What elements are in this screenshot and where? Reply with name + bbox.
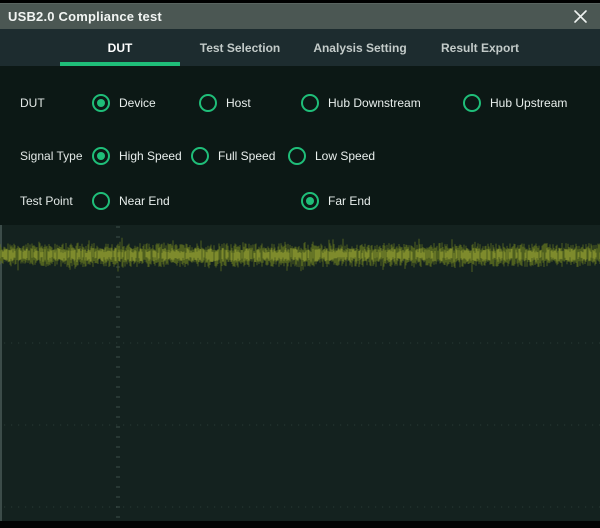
radio-selected-icon xyxy=(301,192,319,210)
radio-option-label: Near End xyxy=(119,194,170,208)
radio-unselected-icon xyxy=(301,94,319,112)
tab-label: DUT xyxy=(108,41,133,55)
tab-dut[interactable]: DUT xyxy=(60,29,180,66)
radio-dot xyxy=(196,152,204,160)
radio-dot xyxy=(306,197,314,205)
radio-hub-downstream[interactable]: Hub Downstream xyxy=(301,94,421,112)
tab-label: Analysis Setting xyxy=(313,41,406,55)
radio-hub-upstream[interactable]: Hub Upstream xyxy=(463,94,567,112)
close-button[interactable] xyxy=(566,4,594,28)
row-label-test-point: Test Point xyxy=(20,194,73,208)
radio-host[interactable]: Host xyxy=(199,94,251,112)
radio-unselected-icon xyxy=(463,94,481,112)
dialog-title-bar: USB2.0 Compliance test xyxy=(0,3,600,29)
tab-analysis-setting[interactable]: Analysis Setting xyxy=(300,29,420,66)
oscilloscope-screen: USB2.0 Compliance test DUT Test Selection… xyxy=(0,0,600,528)
dialog-title: USB2.0 Compliance test xyxy=(8,9,162,24)
tab-label: Result Export xyxy=(441,41,519,55)
radio-option-label: Hub Downstream xyxy=(328,96,421,110)
radio-option-label: Hub Upstream xyxy=(490,96,567,110)
radio-unselected-icon xyxy=(199,94,217,112)
radio-selected-icon xyxy=(92,94,110,112)
radio-dot xyxy=(97,99,105,107)
tab-test-selection[interactable]: Test Selection xyxy=(180,29,300,66)
radio-dot xyxy=(306,99,314,107)
radio-far-end[interactable]: Far End xyxy=(301,192,371,210)
radio-unselected-icon xyxy=(288,147,306,165)
radio-selected-icon xyxy=(92,147,110,165)
radio-option-label: High Speed xyxy=(119,149,182,163)
radio-dot xyxy=(293,152,301,160)
radio-dot xyxy=(204,99,212,107)
radio-device[interactable]: Device xyxy=(92,94,156,112)
tab-bar: DUT Test Selection Analysis Setting Result … xyxy=(0,29,600,66)
radio-option-label: Far End xyxy=(328,194,371,208)
row-label-dut: DUT xyxy=(20,96,45,110)
scope-waveform-area xyxy=(0,225,600,521)
radio-unselected-icon xyxy=(191,147,209,165)
radio-dot xyxy=(97,152,105,160)
radio-near-end[interactable]: Near End xyxy=(92,192,170,210)
tab-label: Test Selection xyxy=(200,41,280,55)
radio-option-label: Device xyxy=(119,96,156,110)
radio-option-label: Full Speed xyxy=(218,149,275,163)
radio-option-label: Host xyxy=(226,96,251,110)
close-icon xyxy=(573,9,588,24)
screen-bottom-strip xyxy=(0,521,600,528)
radio-unselected-icon xyxy=(92,192,110,210)
tab-result-export[interactable]: Result Export xyxy=(420,29,540,66)
radio-dot xyxy=(97,197,105,205)
radio-high-speed[interactable]: High Speed xyxy=(92,147,182,165)
radio-full-speed[interactable]: Full Speed xyxy=(191,147,275,165)
row-label-signal-type: Signal Type xyxy=(20,149,83,163)
radio-dot xyxy=(468,99,476,107)
dialog-body: DUT Device Host Hub Downstream Hub Upstream S… xyxy=(0,66,600,225)
waveform-plot xyxy=(0,225,600,521)
radio-low-speed[interactable]: Low Speed xyxy=(288,147,375,165)
radio-option-label: Low Speed xyxy=(315,149,375,163)
